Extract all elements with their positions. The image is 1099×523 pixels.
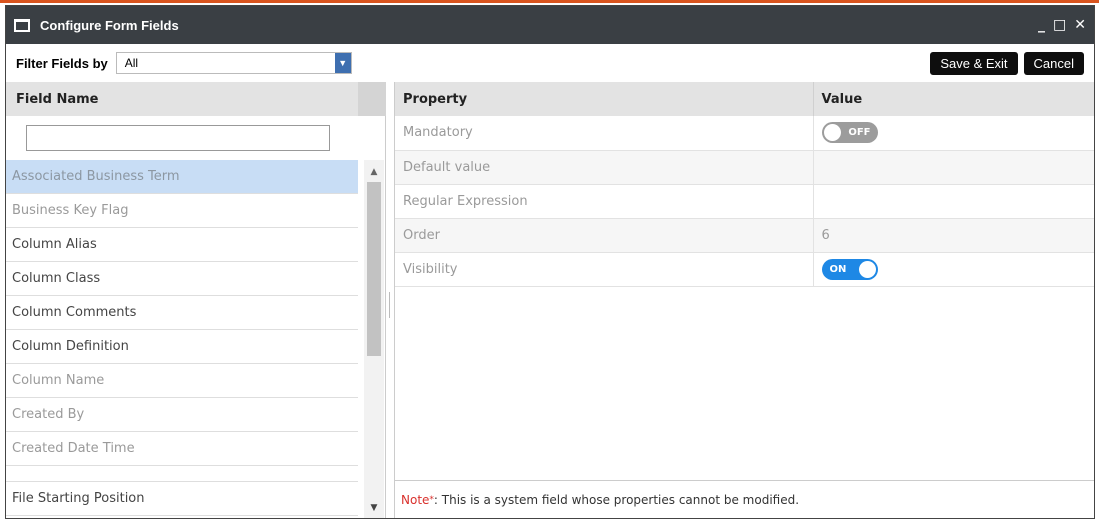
- list-item-column-alias[interactable]: Column Alias: [6, 228, 358, 262]
- property-name: Order: [395, 218, 813, 253]
- toolbar: Filter Fields by All ▼ Save & Exit Cance…: [6, 44, 1094, 82]
- list-item-column-definition[interactable]: Column Definition: [6, 330, 358, 364]
- list-item-associated-business-term[interactable]: Associated Business Term: [6, 160, 358, 194]
- panes: Field Name Associated Business Term Busi…: [6, 82, 1094, 518]
- toggle-knob: [858, 260, 876, 278]
- properties-table: Property Value Mandatory OFF Default val…: [395, 82, 1094, 287]
- list-item-created-by[interactable]: Created By: [6, 398, 358, 432]
- toggle-label: OFF: [848, 127, 871, 139]
- window-icon: [14, 18, 30, 32]
- filter-fields-value: All: [124, 56, 139, 70]
- scrollbar-thumb[interactable]: [367, 182, 381, 356]
- chevron-down-icon[interactable]: ▼: [334, 53, 351, 73]
- configure-form-fields-dialog: Configure Form Fields _ □ ✕ Filter Field…: [5, 5, 1095, 519]
- save-exit-button[interactable]: Save & Exit: [930, 51, 1018, 75]
- list-item-label: Column Definition: [12, 339, 129, 354]
- accent-line: [0, 0, 1099, 3]
- scroll-up-icon[interactable]: ▲: [364, 164, 384, 180]
- field-name-header: Field Name: [6, 82, 386, 116]
- toggle-label: ON: [829, 263, 847, 275]
- property-value[interactable]: 6: [812, 218, 1094, 253]
- properties-panel: Property Value Mandatory OFF Default val…: [394, 82, 1094, 518]
- field-search-input[interactable]: [26, 125, 330, 151]
- note-text: : This is a system field whose propertie…: [433, 492, 800, 507]
- minimize-icon[interactable]: _: [1038, 17, 1045, 33]
- list-item-label: Column Name: [12, 373, 105, 388]
- list-item-business-key-flag[interactable]: Business Key Flag: [6, 194, 358, 228]
- toggle-knob: [823, 124, 841, 142]
- field-name-header-label: Field Name: [16, 91, 99, 107]
- cancel-button[interactable]: Cancel: [1023, 51, 1084, 75]
- property-name: Mandatory: [395, 116, 813, 151]
- property-column-header: Property: [395, 82, 813, 116]
- list-item-label: File Starting Position: [12, 491, 145, 506]
- list-item-column-class[interactable]: Column Class: [6, 262, 358, 296]
- property-value: OFF: [812, 116, 1094, 151]
- pane-splitter[interactable]: [386, 82, 394, 518]
- property-name: Default value: [395, 150, 813, 185]
- filter-fields-label: Filter Fields by: [16, 55, 108, 71]
- visibility-toggle[interactable]: ON: [821, 258, 878, 280]
- note-label: Note: [401, 492, 430, 507]
- dialog-title: Configure Form Fields: [40, 17, 179, 33]
- close-icon[interactable]: ✕: [1074, 17, 1086, 33]
- table-row-visibility: Visibility ON: [395, 252, 1094, 287]
- property-value: ON: [812, 252, 1094, 287]
- list-item-file-starting-position[interactable]: File Starting Position: [6, 482, 358, 516]
- toolbar-buttons: Save & Exit Cancel: [930, 51, 1084, 75]
- list-item-label: Created By: [12, 407, 85, 422]
- mandatory-toggle[interactable]: OFF: [821, 122, 878, 144]
- maximize-icon[interactable]: □: [1053, 17, 1066, 33]
- table-row-order: Order 6: [395, 218, 1094, 253]
- table-row-regular-expression: Regular Expression: [395, 184, 1094, 219]
- table-row-mandatory: Mandatory OFF: [395, 116, 1094, 151]
- field-search-row: [6, 116, 385, 160]
- list-item-label: Column Comments: [12, 305, 137, 320]
- list-item-column-name[interactable]: Column Name: [6, 364, 358, 398]
- field-list-scrollbar[interactable]: ▲ ▼: [364, 160, 384, 518]
- header-scroll-cap: [358, 82, 386, 116]
- property-name: Visibility: [395, 252, 813, 287]
- scroll-down-icon[interactable]: ▼: [364, 500, 384, 516]
- list-item-label: Column Alias: [12, 237, 97, 252]
- list-item-column-comments[interactable]: Column Comments: [6, 296, 358, 330]
- value-column-header: Value: [812, 82, 1094, 116]
- list-item-label: Business Key Flag: [12, 203, 129, 218]
- properties-header-row: Property Value: [395, 82, 1094, 116]
- window-controls: _ □ ✕: [1038, 17, 1086, 33]
- list-item-label: Associated Business Term: [12, 169, 180, 184]
- property-name: Regular Expression: [395, 184, 813, 219]
- field-list: Associated Business Term Business Key Fl…: [6, 160, 358, 518]
- property-value[interactable]: [812, 150, 1094, 185]
- list-item-label: Column Class: [12, 271, 101, 286]
- list-item-created-date-time[interactable]: Created Date Time: [6, 432, 358, 466]
- fields-panel: Field Name Associated Business Term Busi…: [6, 82, 386, 518]
- property-value[interactable]: [812, 184, 1094, 219]
- table-row-default-value: Default value: [395, 150, 1094, 185]
- list-gap: [6, 466, 358, 482]
- list-item-label: Created Date Time: [12, 441, 135, 456]
- filter-fields-select[interactable]: All ▼: [115, 52, 352, 74]
- titlebar[interactable]: Configure Form Fields _ □ ✕: [6, 6, 1094, 44]
- system-field-note: Note *: This is a system field whose prop…: [395, 480, 1094, 518]
- splitter-grip[interactable]: [389, 292, 390, 318]
